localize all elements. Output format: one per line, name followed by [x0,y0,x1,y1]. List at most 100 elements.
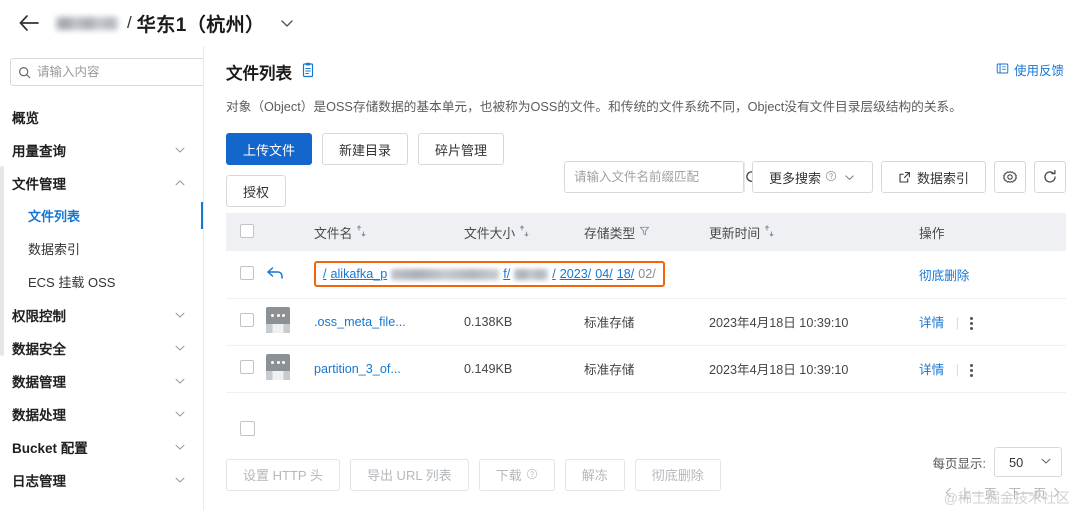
page-size-select[interactable]: 50 [994,447,1062,477]
sort-icon[interactable] [764,224,775,240]
download-button[interactable]: 下载 [478,458,555,491]
sidebar-item-bucket-config[interactable]: Bucket 配置 [0,430,203,463]
sidebar-item-access-control[interactable]: 权限控制 [0,298,203,331]
kebab-menu-icon[interactable] [970,364,974,378]
region-dropdown-button[interactable] [279,15,295,31]
sidebar-item-file-list[interactable]: 文件列表 [0,199,203,232]
set-http-header-button[interactable]: 设置 HTTP 头 [226,458,340,491]
action-separator: | [955,363,959,378]
export-url-list-button[interactable]: 导出 URL 列表 [349,458,469,491]
search-cluster: 更多搜索 [563,161,1066,194]
download-label: 下载 [495,468,522,483]
row-select-cell [226,298,266,345]
sidebar-item-data-index[interactable]: 数据索引 [0,232,203,265]
settings-button[interactable] [994,161,1026,194]
data-index-button[interactable]: 数据索引 [880,161,986,194]
row-select-cell [226,345,266,392]
delete-permanently-button[interactable]: 彻底删除 [634,458,721,491]
path-segment-blurred-1[interactable] [391,268,500,280]
file-name-link[interactable]: partition_3_of... [314,362,401,376]
path-segment-root[interactable]: / [323,267,327,281]
file-icon [266,354,290,381]
storage-type-cell: 标准存储 [584,316,635,331]
clipboard-icon[interactable] [301,62,315,83]
path-segment-suffix[interactable]: f/ [503,267,510,281]
sidebar-item-usage-query[interactable]: 用量查询 [0,133,203,166]
file-search-input[interactable] [564,170,744,185]
file-icon [266,307,290,334]
row-checkbox[interactable] [240,265,254,280]
arrow-left-icon [19,15,39,31]
path-segment-bucket-prefix[interactable]: alikafka_p [331,267,388,281]
back-button[interactable] [14,8,44,38]
refresh-button[interactable] [1034,161,1066,194]
column-header-updated[interactable]: 更新时间 [709,213,919,251]
column-header-filesize[interactable]: 文件大小 [464,213,584,251]
file-name-link[interactable]: .oss_meta_file... [314,315,406,329]
row-action-cell: 详情 | [919,345,1066,392]
path-segment-blurred-2[interactable] [514,268,549,280]
unfreeze-button[interactable]: 解冻 [564,458,625,491]
kebab-menu-icon[interactable] [970,317,974,331]
sidebar-search-input[interactable] [37,65,198,79]
breadcrumb: / 华东1（杭州） [56,10,295,37]
page-description: 对象（Object）是OSS存储数据的基本单元，也被称为OSS的文件。和传统的文… [226,100,962,114]
sidebar-search-box[interactable] [10,58,203,86]
path-segment-day[interactable]: 18/ [617,267,635,281]
sidebar-item-ecs-mount-oss[interactable]: ECS 挂载 OSS [0,265,203,298]
delete-permanently-link[interactable]: 彻底删除 [919,269,969,283]
column-label: 更新时间 [709,225,761,241]
oss-file-list-page: / 华东1（杭州） 请输入内容 概览 用量查询 文件管理 文件列表 数据索引 E… [0,0,1080,510]
sidebar-item-file-management[interactable]: 文件管理 [0,166,203,199]
row-checkbox[interactable] [240,360,254,375]
upload-file-button[interactable]: 上传文件 [226,133,313,166]
feedback-link[interactable]: 使用反馈 [996,60,1066,79]
column-label: 文件名 [314,225,353,241]
more-search-label: 更多搜索 [768,170,821,186]
table-footer: 设置 HTTP 头 导出 URL 列表 下载 解冻 彻底删除 每页显示: 50 … [226,421,1066,502]
fragment-management-button[interactable]: 碎片管理 [418,133,505,166]
path-segment-year[interactable]: 2023/ [560,267,592,281]
file-table: 文件名 文件大小 存储类型 更新时间 操作 / alikafka_p f/ / … [226,213,1066,393]
sort-icon[interactable] [356,224,367,240]
sidebar-item-log-management[interactable]: 日志管理 [0,463,203,496]
file-icon-cell [266,345,314,392]
column-header-storage-type[interactable]: 存储类型 [584,213,709,251]
prev-page-button[interactable]: 上一页 [943,483,996,502]
more-search-button[interactable]: 更多搜索 [751,161,873,194]
sidebar-item-data-security[interactable]: 数据安全 [0,331,203,364]
footer-select-all [240,421,255,441]
filter-icon[interactable] [639,225,650,240]
file-search-box[interactable] [563,161,760,194]
detail-link[interactable]: 详情 [919,316,944,330]
page-title-row: 文件列表 [226,60,315,84]
chevron-down-icon [1039,454,1053,471]
chevron-up-icon [173,176,187,190]
table-row: partition_3_of... 0.149KB 标准存储 2023年4月18… [226,345,1066,393]
footer-row: 设置 HTTP 头 导出 URL 列表 下载 解冻 彻底删除 每页显示: 50 … [226,433,1066,502]
sidebar-item-overview[interactable]: 概览 [0,100,203,133]
breadcrumb-separator: / [127,13,132,32]
path-segment-slash[interactable]: / [552,267,556,281]
bucket-name-blurred[interactable] [56,16,118,30]
sort-icon[interactable] [519,224,530,240]
return-arrow-icon[interactable] [266,265,284,281]
sidebar-item-label: 文件管理 [12,176,66,192]
sidebar-item-label: 数据索引 [28,242,81,257]
next-page-button[interactable]: 下一页 [1008,483,1062,502]
detail-link[interactable]: 详情 [919,363,944,377]
authorize-button[interactable]: 授权 [226,175,287,208]
sidebar-item-data-processing[interactable]: 数据处理 [0,397,203,430]
action-separator: | [955,316,959,331]
sidebar-item-data-management[interactable]: 数据管理 [0,364,203,397]
column-header-filename[interactable]: 文件名 [314,213,464,251]
question-circle-icon [526,468,538,482]
new-folder-button[interactable]: 新建目录 [322,133,409,166]
page-size-value: 50 [1009,454,1024,470]
chevron-down-icon [173,374,187,388]
table-header-row: 文件名 文件大小 存储类型 更新时间 操作 [226,213,1066,252]
row-checkbox[interactable] [240,313,254,328]
path-segment-month[interactable]: 04/ [595,267,613,281]
footer-select-all-checkbox[interactable] [240,421,255,436]
select-all-checkbox[interactable] [240,223,254,238]
